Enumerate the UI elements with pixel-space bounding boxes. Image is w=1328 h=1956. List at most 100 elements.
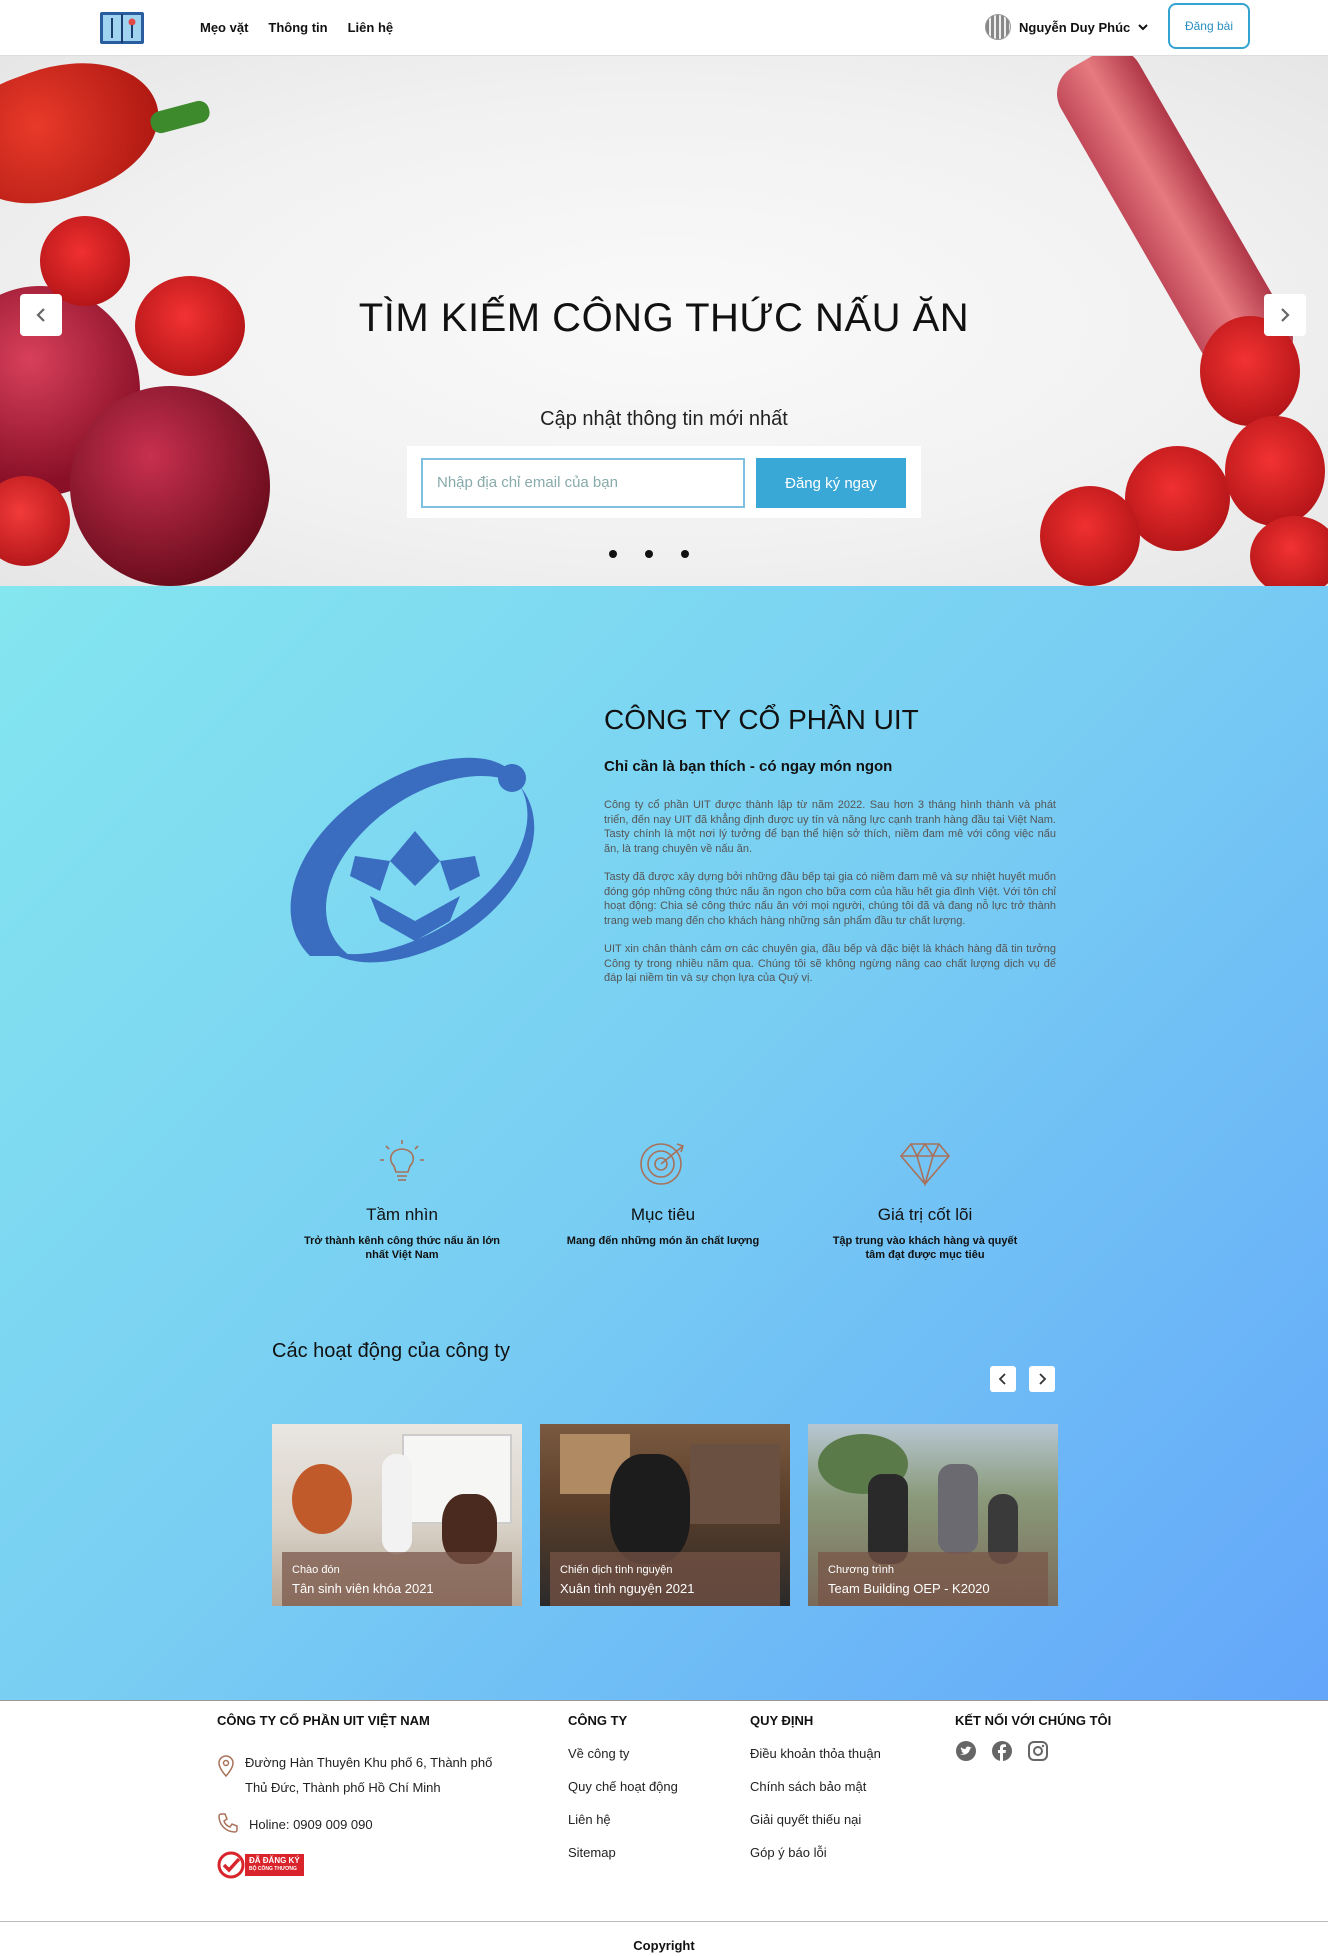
description-paragraph: UIT xin chân thành cảm ơn các chuyên gia… <box>604 943 1056 984</box>
strawberry-image <box>1040 486 1140 586</box>
activity-label: Chương trình <box>828 1564 894 1576</box>
post-button[interactable]: Đăng bài <box>1168 3 1250 49</box>
activity-card[interactable]: Chiến dịch tình nguyện Xuân tình nguyện … <box>540 1424 790 1606</box>
copyright-text: Copyright <box>633 1938 695 1953</box>
subscribe-button[interactable]: Đăng ký ngay <box>756 458 906 508</box>
twitter-icon[interactable] <box>955 1740 977 1762</box>
footer-link-privacy[interactable]: Chính sách bảo mật <box>750 1779 881 1794</box>
description-paragraph: Công ty cổ phần UIT được thành lập từ nă… <box>604 799 1056 855</box>
strawberry-image <box>1125 446 1230 551</box>
footer-divider <box>0 1921 1328 1922</box>
value-text: Trở thành kênh công thức nấu ăn lớn nhất… <box>304 1235 500 1261</box>
main-nav: Mẹo vặt Thông tin Liên hệ <box>200 20 393 35</box>
value-goal: Mục tiêu Mang đến những món ăn chất lượn… <box>563 1134 763 1249</box>
social-icons <box>955 1740 1111 1762</box>
activity-caption: Chào đón Tân sinh viên khóa 2021 <box>282 1552 512 1606</box>
footer-company-title: CÔNG TY CỔ PHẦN UIT VIỆT NAM <box>217 1713 430 1728</box>
activity-title: Tân sinh viên khóa 2021 <box>292 1581 434 1596</box>
footer-link-complaints[interactable]: Giải quyết thiếu nại <box>750 1812 881 1827</box>
hotline-text: Holine: 0909 009 090 <box>249 1817 373 1832</box>
user-name: Nguyễn Duy Phúc <box>1019 19 1131 35</box>
company-description: Công ty cổ phần UIT được thành lập từ nă… <box>604 798 1056 1000</box>
activity-card[interactable]: Chào đón Tân sinh viên khóa 2021 <box>272 1424 522 1606</box>
activity-title: Xuân tình nguyện 2021 <box>560 1581 695 1596</box>
about-section: CÔNG TY CỔ PHẦN UIT Chỉ cần là bạn thích… <box>0 586 1328 1700</box>
value-text: Mang đến những món ăn chất lượng <box>566 1235 760 1247</box>
footer-company: CÔNG TY CỔ PHẦN UIT VIỆT NAM Đường Hàn T… <box>217 1713 517 1879</box>
pepper-stem-image <box>148 98 212 136</box>
footer-section-title: CÔNG TY <box>568 1713 628 1728</box>
value-text: Tập trung vào khách hàng và quyết tâm đạ… <box>832 1235 1018 1261</box>
activities-next-button[interactable] <box>1029 1366 1055 1392</box>
facebook-icon[interactable] <box>991 1740 1013 1762</box>
activity-card[interactable]: Chương trình Team Building OEP - K2020 <box>808 1424 1058 1606</box>
hero-subtitle: Cập nhật thông tin mới nhất <box>540 408 788 430</box>
value-vision: Tầm nhìn Trở thành kênh công thức nấu ăn… <box>302 1134 502 1262</box>
chevron-down-icon <box>1138 24 1148 31</box>
value-core: Giá trị cốt lõi Tập trung vào khách hàng… <box>825 1134 1025 1262</box>
registered-badge[interactable]: ĐÃ ĐĂNG KÝ BỘ CÔNG THƯƠNG <box>217 1851 313 1879</box>
activities-title: Các hoạt động của công ty <box>272 1340 510 1362</box>
recipe-book-logo-icon[interactable] <box>98 8 146 48</box>
lightbulb-icon <box>380 1140 424 1181</box>
hero-banner: TÌM KIẾM CÔNG THỨC NẤU ĂN Cập nhật thông… <box>0 56 1328 586</box>
site-header: Mẹo vặt Thông tin Liên hệ Nguyễn Duy Phú… <box>0 0 1328 56</box>
diamond-icon <box>899 1142 951 1187</box>
badge-subtext: BỘ CÔNG THƯƠNG <box>249 1866 297 1872</box>
subscribe-form: Nhập địa chỉ email của bạn Đăng ký ngay <box>407 446 921 518</box>
person-image <box>610 1454 690 1564</box>
user-menu[interactable]: Nguyễn Duy Phúc <box>985 14 1148 40</box>
person-image <box>938 1464 978 1554</box>
person-image <box>868 1474 908 1564</box>
nav-thong-tin[interactable]: Thông tin <box>268 20 327 35</box>
company-title: CÔNG TY CỔ PHẦN UIT <box>604 704 919 735</box>
badge-text: ĐÃ ĐĂNG KÝ <box>249 1856 300 1865</box>
chevron-right-icon <box>1039 1373 1047 1385</box>
activity-title: Team Building OEP - K2020 <box>828 1581 990 1596</box>
company-logo-icon <box>290 757 535 963</box>
nav-meo-vat[interactable]: Mẹo vặt <box>200 20 248 35</box>
strawberry-image <box>1250 516 1328 586</box>
footer-link-rules[interactable]: Quy chế hoạt động <box>568 1779 678 1794</box>
address-text: Đường Hàn Thuyên Khu phố 6, Thành phố Th… <box>245 1755 493 1795</box>
footer-link-contact[interactable]: Liên hệ <box>568 1812 678 1827</box>
email-input[interactable]: Nhập địa chỉ email của bạn <box>421 458 745 508</box>
slide-dot[interactable] <box>645 550 653 558</box>
red-pepper-image <box>0 56 177 227</box>
activity-caption: Chiến dịch tình nguyện Xuân tình nguyện … <box>550 1552 780 1606</box>
footer-link-sitemap[interactable]: Sitemap <box>568 1845 678 1860</box>
chevron-left-icon <box>998 1373 1006 1385</box>
value-title: Giá trị cốt lõi <box>877 1205 973 1224</box>
strawberry-image <box>1225 416 1325 526</box>
location-pin-icon <box>218 1755 234 1778</box>
footer-section-title: QUY ĐỊNH <box>750 1713 814 1728</box>
slide-dot[interactable] <box>609 550 617 558</box>
boxes-image <box>690 1444 780 1524</box>
avatar <box>985 14 1011 40</box>
instagram-icon[interactable] <box>1027 1740 1049 1762</box>
description-paragraph: Tasty đã được xây dựng bởi những đầu bếp… <box>604 871 1056 927</box>
footer-address: Đường Hàn Thuyên Khu phố 6, Thành phố Th… <box>217 1750 517 1800</box>
footer-link-about[interactable]: Về công ty <box>568 1746 678 1761</box>
activities-prev-button[interactable] <box>990 1366 1016 1392</box>
target-icon <box>640 1143 685 1185</box>
footer-section-title: KẾT NỐI VỚI CHÚNG TÔI <box>955 1713 1112 1728</box>
value-title: Tầm nhìn <box>366 1205 438 1224</box>
activity-caption: Chương trình Team Building OEP - K2020 <box>818 1552 1048 1606</box>
company-slogan: Chỉ cần là bạn thích - có ngay món ngon <box>604 758 893 775</box>
checkmark-badge-icon <box>217 1851 245 1879</box>
footer-hotline: Holine: 0909 009 090 <box>217 1812 517 1837</box>
hero-title: TÌM KIẾM CÔNG THỨC NẤU ĂN <box>358 296 970 340</box>
footer-quy-dinh: QUY ĐỊNH Điều khoản thỏa thuận Chính sác… <box>750 1713 881 1860</box>
nav-lien-he[interactable]: Liên hệ <box>348 20 394 35</box>
carousel-indicators <box>609 550 689 558</box>
footer-link-feedback[interactable]: Góp ý báo lỗi <box>750 1845 881 1860</box>
site-footer: CÔNG TY CỔ PHẦN UIT VIỆT NAM Đường Hàn T… <box>0 1700 1328 1956</box>
slide-dot[interactable] <box>681 550 689 558</box>
person-image <box>292 1464 352 1534</box>
activity-label: Chiến dịch tình nguyện <box>560 1564 673 1576</box>
footer-link-terms[interactable]: Điều khoản thỏa thuận <box>750 1746 881 1761</box>
value-title: Mục tiêu <box>630 1205 696 1224</box>
person-image <box>382 1454 412 1554</box>
phone-icon <box>218 1813 238 1833</box>
